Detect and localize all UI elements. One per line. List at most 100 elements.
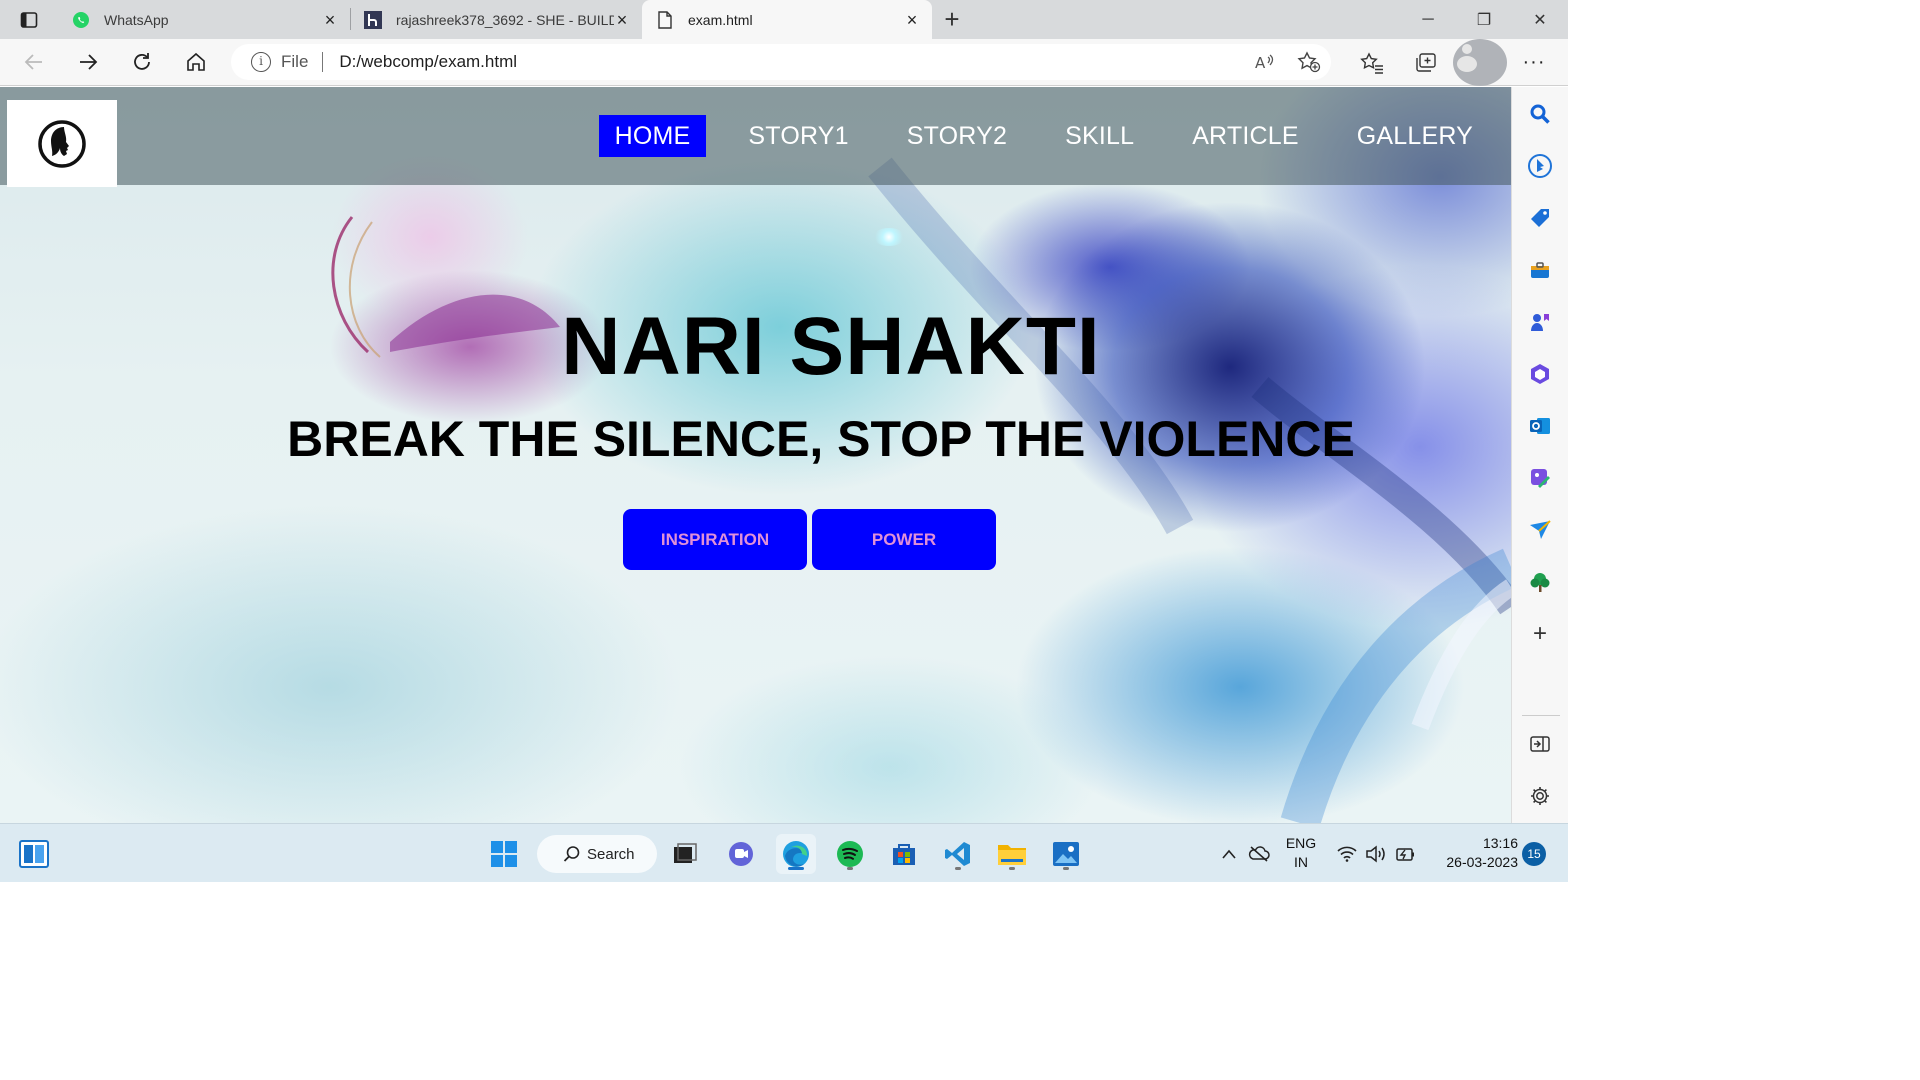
address-url[interactable]: D:/webcomp/exam.html bbox=[339, 52, 517, 72]
home-button[interactable] bbox=[169, 39, 223, 86]
hero-title: NARI SHAKTI bbox=[561, 301, 1101, 392]
sidebar-shopping-button[interactable] bbox=[1527, 205, 1553, 231]
sidebar-tree-button[interactable] bbox=[1527, 569, 1553, 595]
new-tab-button[interactable]: + bbox=[932, 0, 972, 39]
widgets-icon bbox=[19, 840, 49, 868]
sidebar-settings-button[interactable] bbox=[1527, 783, 1553, 809]
vscode-button[interactable] bbox=[938, 834, 978, 874]
browser-toolbar: i File D:/webcomp/exam.html A ··· bbox=[0, 39, 1568, 86]
show-hidden-icons-button[interactable] bbox=[1212, 834, 1246, 874]
language-region: IN bbox=[1294, 854, 1308, 870]
sidebar-games-button[interactable] bbox=[1527, 309, 1553, 335]
sidebar-bing-button[interactable] bbox=[1527, 153, 1553, 179]
sidebar-office-button[interactable] bbox=[1527, 361, 1553, 387]
input-language-button[interactable]: ENG IN bbox=[1282, 834, 1320, 872]
file-explorer-button[interactable] bbox=[992, 834, 1032, 874]
address-separator bbox=[322, 52, 324, 72]
edge-sidebar: + bbox=[1511, 87, 1568, 823]
more-dots-icon: ··· bbox=[1522, 51, 1546, 73]
star-add-icon bbox=[1297, 51, 1321, 73]
favorites-button[interactable] bbox=[1345, 39, 1399, 86]
read-aloud-icon: A bbox=[1255, 54, 1274, 72]
address-bar[interactable]: i File D:/webcomp/exam.html A bbox=[231, 44, 1331, 80]
close-window-button[interactable]: ✕ bbox=[1512, 0, 1568, 39]
tree-icon bbox=[1530, 573, 1550, 592]
nav-gallery[interactable]: GALLERY bbox=[1341, 115, 1489, 157]
site-info-icon[interactable]: i bbox=[251, 52, 271, 72]
restore-button[interactable]: ❐ bbox=[1456, 0, 1512, 39]
wifi-icon bbox=[1337, 846, 1357, 862]
wifi-button[interactable] bbox=[1332, 834, 1362, 874]
minimize-button[interactable]: ─ bbox=[1400, 0, 1456, 39]
sidebar-tools-button[interactable] bbox=[1527, 257, 1553, 283]
forward-button[interactable] bbox=[61, 39, 115, 86]
battery-charging-icon bbox=[1396, 848, 1414, 861]
inspiration-button[interactable]: INSPIRATION bbox=[623, 509, 807, 570]
refresh-button[interactable] bbox=[115, 39, 169, 86]
whatsapp-icon bbox=[72, 11, 90, 29]
clock[interactable]: 13:16 26-03-2023 bbox=[1428, 834, 1518, 872]
edge-taskbar-button[interactable] bbox=[776, 834, 816, 874]
settings-more-button[interactable]: ··· bbox=[1507, 39, 1561, 86]
tab-actions-button[interactable] bbox=[0, 0, 58, 39]
sidebar-designer-button[interactable] bbox=[1527, 465, 1553, 491]
store-button[interactable] bbox=[884, 834, 924, 874]
widgets-button[interactable] bbox=[14, 834, 54, 874]
spotify-button[interactable] bbox=[830, 834, 870, 874]
tab-actions-icon bbox=[20, 11, 38, 28]
chat-icon bbox=[729, 842, 753, 866]
nav-story2[interactable]: STORY2 bbox=[891, 115, 1023, 157]
hackerearth-icon bbox=[364, 10, 382, 29]
running-indicator bbox=[1009, 867, 1015, 870]
collections-icon bbox=[1416, 52, 1436, 72]
profile-button[interactable] bbox=[1453, 39, 1507, 86]
onedrive-button[interactable] bbox=[1242, 834, 1276, 874]
sidebar-add-button[interactable]: + bbox=[1527, 620, 1553, 647]
tab-she-build[interactable]: rajashreek378_3692 - SHE - BUILD × bbox=[350, 0, 642, 39]
chevron-up-icon bbox=[1222, 849, 1236, 859]
sidebar-hide-button[interactable] bbox=[1527, 731, 1553, 757]
nav-skill[interactable]: SKILL bbox=[1049, 115, 1150, 157]
power-button[interactable]: POWER bbox=[812, 509, 996, 570]
start-button[interactable] bbox=[484, 834, 524, 874]
sidebar-search-button[interactable] bbox=[1527, 101, 1553, 127]
home-icon bbox=[187, 52, 205, 71]
gear-icon bbox=[1531, 787, 1549, 805]
collections-button[interactable] bbox=[1399, 39, 1453, 86]
tab-close-icon[interactable]: × bbox=[614, 11, 630, 29]
svg-text:A: A bbox=[1255, 54, 1266, 72]
add-favorite-button[interactable] bbox=[1287, 51, 1331, 73]
favorites-icon bbox=[1360, 51, 1383, 74]
teams-chat-button[interactable] bbox=[721, 834, 761, 874]
clock-date: 26-03-2023 bbox=[1446, 854, 1518, 870]
read-aloud-button[interactable]: A bbox=[1243, 52, 1287, 72]
tab-whatsapp[interactable]: WhatsApp × bbox=[58, 0, 350, 39]
tab-title: WhatsApp bbox=[104, 11, 169, 28]
nav-home[interactable]: HOME bbox=[598, 115, 707, 157]
site-logo[interactable] bbox=[7, 100, 117, 187]
task-view-icon bbox=[674, 843, 697, 863]
notification-badge[interactable]: 15 bbox=[1522, 842, 1546, 866]
photos-button[interactable] bbox=[1046, 834, 1086, 874]
tab-close-icon[interactable]: × bbox=[322, 11, 338, 29]
nav-article[interactable]: ARTICLE bbox=[1176, 115, 1315, 157]
spotify-icon bbox=[837, 841, 863, 867]
tab-exam-html[interactable]: exam.html × bbox=[642, 0, 932, 39]
designer-icon bbox=[1531, 469, 1550, 488]
microsoft365-icon bbox=[1531, 364, 1549, 384]
running-indicator bbox=[1063, 867, 1069, 870]
tab-strip: WhatsApp × rajashreek378_3692 - SHE - BU… bbox=[0, 0, 1568, 39]
outlook-icon bbox=[1530, 418, 1550, 434]
sidebar-send-button[interactable] bbox=[1527, 517, 1553, 543]
back-button[interactable] bbox=[7, 39, 61, 86]
nav-story1[interactable]: STORY1 bbox=[732, 115, 864, 157]
volume-button[interactable] bbox=[1361, 834, 1391, 874]
refresh-icon bbox=[134, 53, 150, 70]
battery-button[interactable] bbox=[1390, 834, 1420, 874]
windows-taskbar: Search ENG IN 13:16 26-03-2023 15 bbox=[0, 823, 1568, 882]
taskbar-search[interactable]: Search bbox=[537, 835, 657, 873]
task-view-button[interactable] bbox=[665, 834, 705, 874]
sidebar-outlook-button[interactable] bbox=[1527, 413, 1553, 439]
search-icon bbox=[563, 846, 580, 862]
tab-close-icon[interactable]: × bbox=[904, 11, 920, 29]
